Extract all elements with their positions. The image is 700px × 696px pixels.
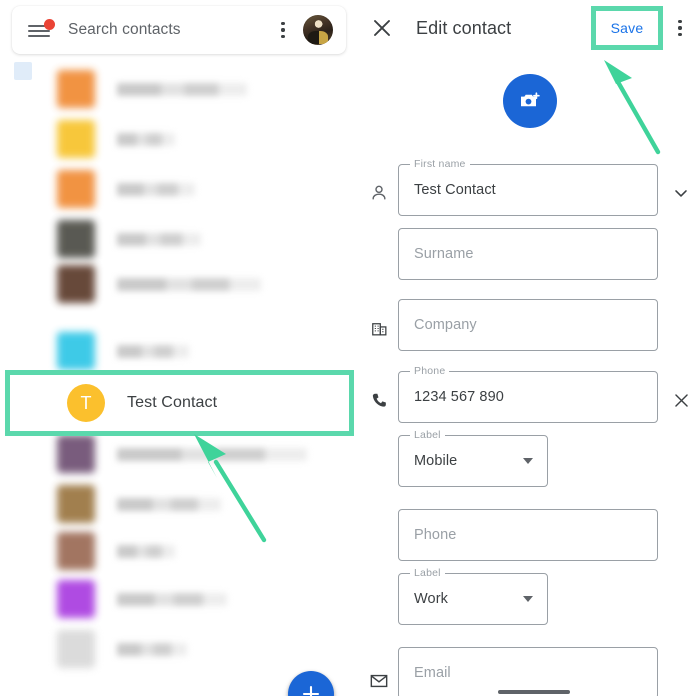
contact-name-label: [117, 642, 187, 656]
contacts-list-pane: Search contacts T Test Contact: [0, 0, 358, 696]
second-phone-label-caption: Label: [410, 567, 445, 579]
plus-icon: [302, 685, 320, 696]
list-item[interactable]: [0, 481, 358, 527]
list-item[interactable]: [0, 528, 358, 574]
close-x-icon[interactable]: [370, 16, 394, 40]
chevron-down-icon[interactable]: [668, 180, 694, 206]
second-phone-label-value: Work: [414, 591, 448, 607]
company-placeholder: Company: [414, 317, 477, 333]
email-icon: [366, 668, 392, 694]
contact-avatar: [57, 435, 95, 473]
contact-name-label: [117, 132, 175, 146]
contact-name-label: [117, 344, 189, 358]
first-name-label: First name: [410, 158, 470, 170]
second-phone-label-work-dropdown[interactable]: Label Work: [398, 567, 548, 625]
contact-avatar: [57, 70, 95, 108]
hamburger-menu-icon[interactable]: [28, 19, 55, 40]
save-button[interactable]: Save: [611, 20, 644, 36]
remove-phone-close-icon[interactable]: [668, 387, 694, 413]
contact-avatar: [57, 220, 95, 258]
phone-label-mobile-dropdown[interactable]: Label Mobile: [398, 429, 548, 487]
surname-field[interactable]: Surname: [398, 228, 658, 280]
contact-name-label: [117, 447, 307, 461]
contact-avatar: [57, 120, 95, 158]
add-photo-camera-icon: [521, 92, 540, 107]
list-item[interactable]: [0, 626, 358, 672]
list-item[interactable]: [0, 328, 358, 374]
person-icon: [366, 180, 392, 206]
contact-name-label: [117, 232, 201, 246]
dropdown-caret-icon[interactable]: [523, 596, 533, 602]
contact-avatar: [57, 630, 95, 668]
contacts-app-window: Search contacts T Test Contact Edit cont…: [0, 0, 700, 696]
list-item[interactable]: [0, 576, 358, 622]
create-contact-fab[interactable]: [288, 671, 334, 696]
list-item-test-contact[interactable]: T Test Contact: [10, 375, 349, 431]
list-item[interactable]: [0, 166, 358, 212]
list-item[interactable]: [0, 66, 358, 112]
three-dot-menu-icon[interactable]: [669, 16, 691, 40]
contact-name-label: Test Contact: [127, 394, 218, 411]
contact-name-label: [117, 182, 195, 196]
second-phone-placeholder: Phone: [414, 527, 457, 543]
selected-contact-highlight: T Test Contact: [5, 370, 354, 436]
contact-avatar: [57, 580, 95, 618]
contact-name-label: [117, 592, 227, 606]
contact-avatar: [57, 532, 95, 570]
email-field[interactable]: Email: [398, 647, 658, 696]
contact-avatar: [57, 170, 95, 208]
list-item[interactable]: [0, 261, 358, 307]
phone-label-value: Mobile: [414, 453, 458, 469]
search-bar[interactable]: Search contacts: [12, 6, 346, 54]
page-title: Edit contact: [416, 17, 512, 38]
notification-badge-dot: [44, 19, 55, 30]
first-name-field[interactable]: First name Test Contact: [398, 158, 658, 216]
company-field[interactable]: Company: [398, 299, 658, 351]
second-phone-field[interactable]: Phone: [398, 509, 658, 561]
contact-list[interactable]: T Test Contact: [0, 56, 358, 696]
phone-field[interactable]: Phone 1234 567 890: [398, 365, 658, 423]
list-item[interactable]: [0, 431, 358, 477]
edit-contact-header: Edit contact Save: [358, 0, 700, 56]
contact-name-label: [117, 544, 175, 558]
phone-icon: [366, 387, 392, 413]
contact-avatar: [57, 485, 95, 523]
phone-value: 1234 567 890: [414, 389, 504, 405]
list-item[interactable]: [0, 216, 358, 262]
account-avatar[interactable]: [303, 15, 333, 45]
contact-avatar-initial: T: [67, 384, 105, 422]
dropdown-caret-icon[interactable]: [523, 458, 533, 464]
save-button-highlight: Save: [591, 6, 663, 50]
scroll-indicator[interactable]: [498, 690, 570, 694]
search-input[interactable]: Search contacts: [68, 21, 271, 39]
surname-placeholder: Surname: [414, 246, 474, 262]
list-item[interactable]: [0, 116, 358, 162]
contact-name-label: [117, 277, 261, 291]
company-icon: [366, 315, 392, 341]
add-contact-photo-button[interactable]: [503, 74, 557, 128]
contact-name-label: [117, 497, 221, 511]
contact-name-label: [117, 82, 247, 96]
three-dot-menu-icon[interactable]: [271, 18, 295, 42]
email-placeholder: Email: [414, 665, 451, 681]
phone-label-caption: Label: [410, 429, 445, 441]
phone-label: Phone: [410, 365, 450, 377]
first-name-value: Test Contact: [414, 182, 496, 198]
contact-avatar: [57, 332, 95, 370]
contact-avatar: [57, 265, 95, 303]
